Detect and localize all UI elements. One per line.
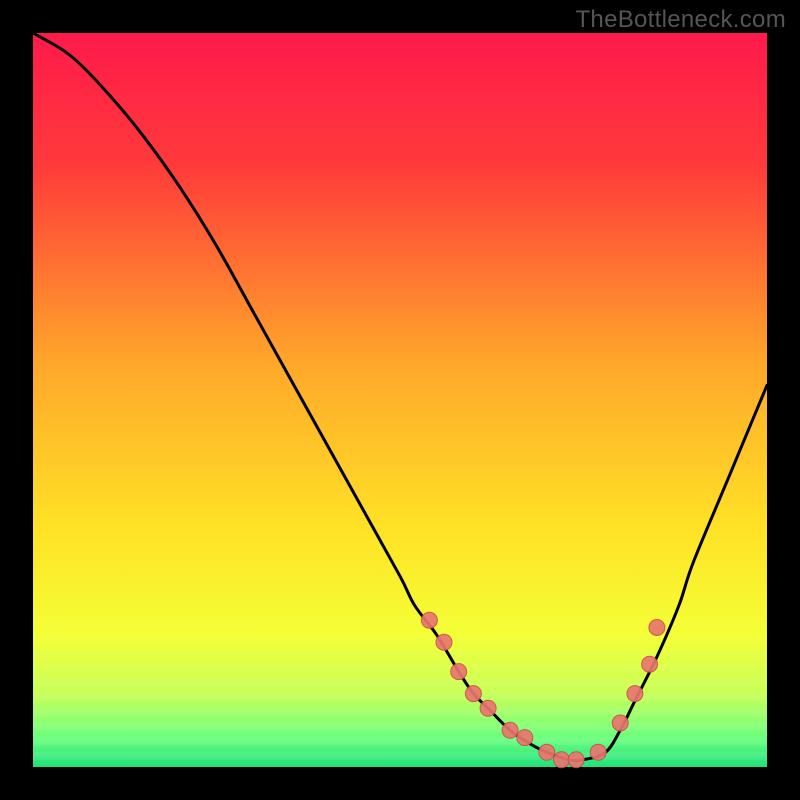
curve-marker	[421, 612, 437, 628]
curve-marker	[517, 730, 533, 746]
curve-marker	[568, 752, 584, 768]
curve-marker	[436, 634, 452, 650]
curve-marker	[612, 715, 628, 731]
curve-marker	[451, 664, 467, 680]
curve-marker	[539, 744, 555, 760]
curve-marker	[502, 722, 518, 738]
curve-marker	[554, 752, 570, 768]
curve-marker	[627, 686, 643, 702]
curve-marker	[590, 744, 606, 760]
bottleneck-curve-chart	[0, 0, 800, 800]
curve-marker	[480, 700, 496, 716]
curve-marker	[465, 686, 481, 702]
curve-marker	[642, 656, 658, 672]
chart-frame: TheBottleneck.com	[0, 0, 800, 800]
curve-marker	[649, 620, 665, 636]
watermark-text: TheBottleneck.com	[575, 6, 786, 34]
